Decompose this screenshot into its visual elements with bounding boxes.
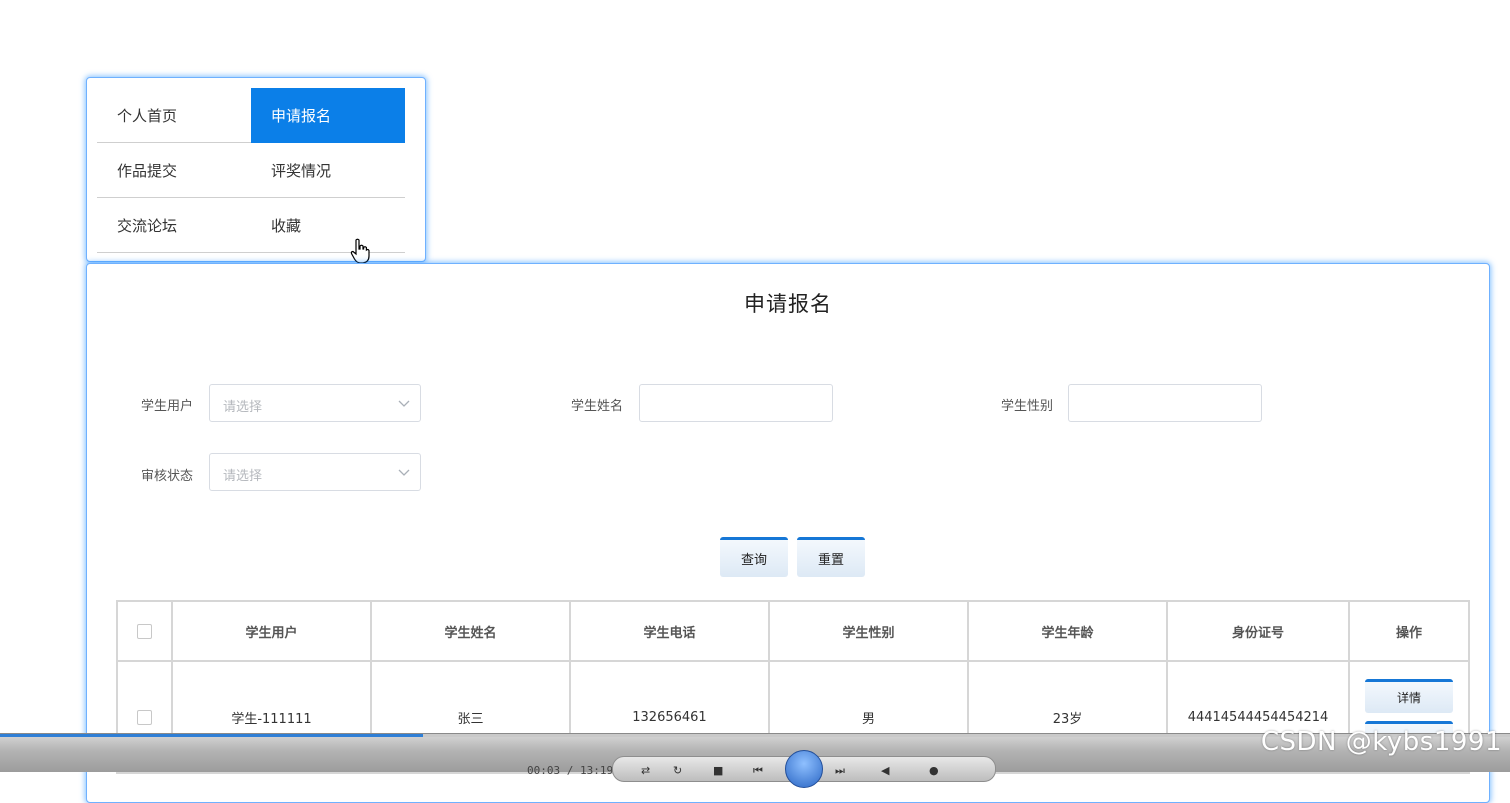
chevron-down-icon [398, 400, 410, 407]
header-id-number: 身份证号 [1166, 600, 1350, 662]
student-name-input[interactable] [639, 384, 833, 422]
student-user-select[interactable]: 请选择 [209, 384, 421, 422]
next-icon[interactable]: ⏭ [835, 764, 845, 778]
header-student-user: 学生用户 [171, 600, 372, 662]
chevron-down-icon [398, 469, 410, 476]
nav-item-forum[interactable]: 交流论坛 [97, 198, 251, 253]
header-actions: 操作 [1348, 600, 1470, 662]
nav-item-apply[interactable]: 申请报名 [251, 88, 405, 143]
watermark: CSDN @kybs1991 [1260, 727, 1502, 757]
reset-button[interactable]: 重置 [797, 537, 865, 577]
student-name-label: 学生姓名 [571, 399, 624, 414]
header-age: 学生年龄 [967, 600, 1168, 662]
previous-icon[interactable]: ⏮ [753, 764, 763, 778]
seek-bar-fill [0, 734, 423, 737]
query-button[interactable]: 查询 [720, 537, 788, 577]
play-icon[interactable] [785, 750, 823, 788]
select-all-checkbox[interactable] [137, 623, 152, 639]
table-header-row: 学生用户 学生姓名 学生电话 学生性别 学生年龄 身份证号 操作 [116, 600, 1470, 662]
header-student-name: 学生姓名 [370, 600, 571, 662]
apply-panel: 申请报名 学生用户 请选择 学生姓名 学生性别 审核状态 请选择 查询 重置 学… [86, 263, 1490, 803]
student-gender-input[interactable] [1068, 384, 1262, 422]
nav-item-home[interactable]: 个人首页 [97, 88, 251, 143]
detail-button[interactable]: 详情 [1365, 679, 1453, 713]
review-status-placeholder: 请选择 [223, 469, 263, 484]
row-checkbox[interactable] [137, 709, 152, 725]
page-title: 申请报名 [744, 292, 832, 316]
hand-cursor-icon [350, 238, 370, 264]
review-status-label: 审核状态 [141, 469, 194, 484]
header-gender: 学生性别 [768, 600, 969, 662]
nav-item-awards[interactable]: 评奖情况 [251, 143, 405, 198]
student-gender-label: 学生性别 [1001, 399, 1054, 414]
nav-card: 个人首页 申请报名 作品提交 评奖情况 交流论坛 收藏 [86, 77, 426, 262]
nav-item-submit-work[interactable]: 作品提交 [97, 143, 251, 198]
header-phone: 学生电话 [569, 600, 770, 662]
select-all-cell [116, 600, 173, 662]
student-user-placeholder: 请选择 [223, 400, 263, 415]
student-user-label: 学生用户 [141, 399, 194, 414]
review-status-select[interactable]: 请选择 [209, 453, 421, 491]
nav-item-favorites[interactable]: 收藏 [251, 198, 405, 253]
nav-grid: 个人首页 申请报名 作品提交 评奖情况 交流论坛 收藏 [97, 88, 405, 253]
